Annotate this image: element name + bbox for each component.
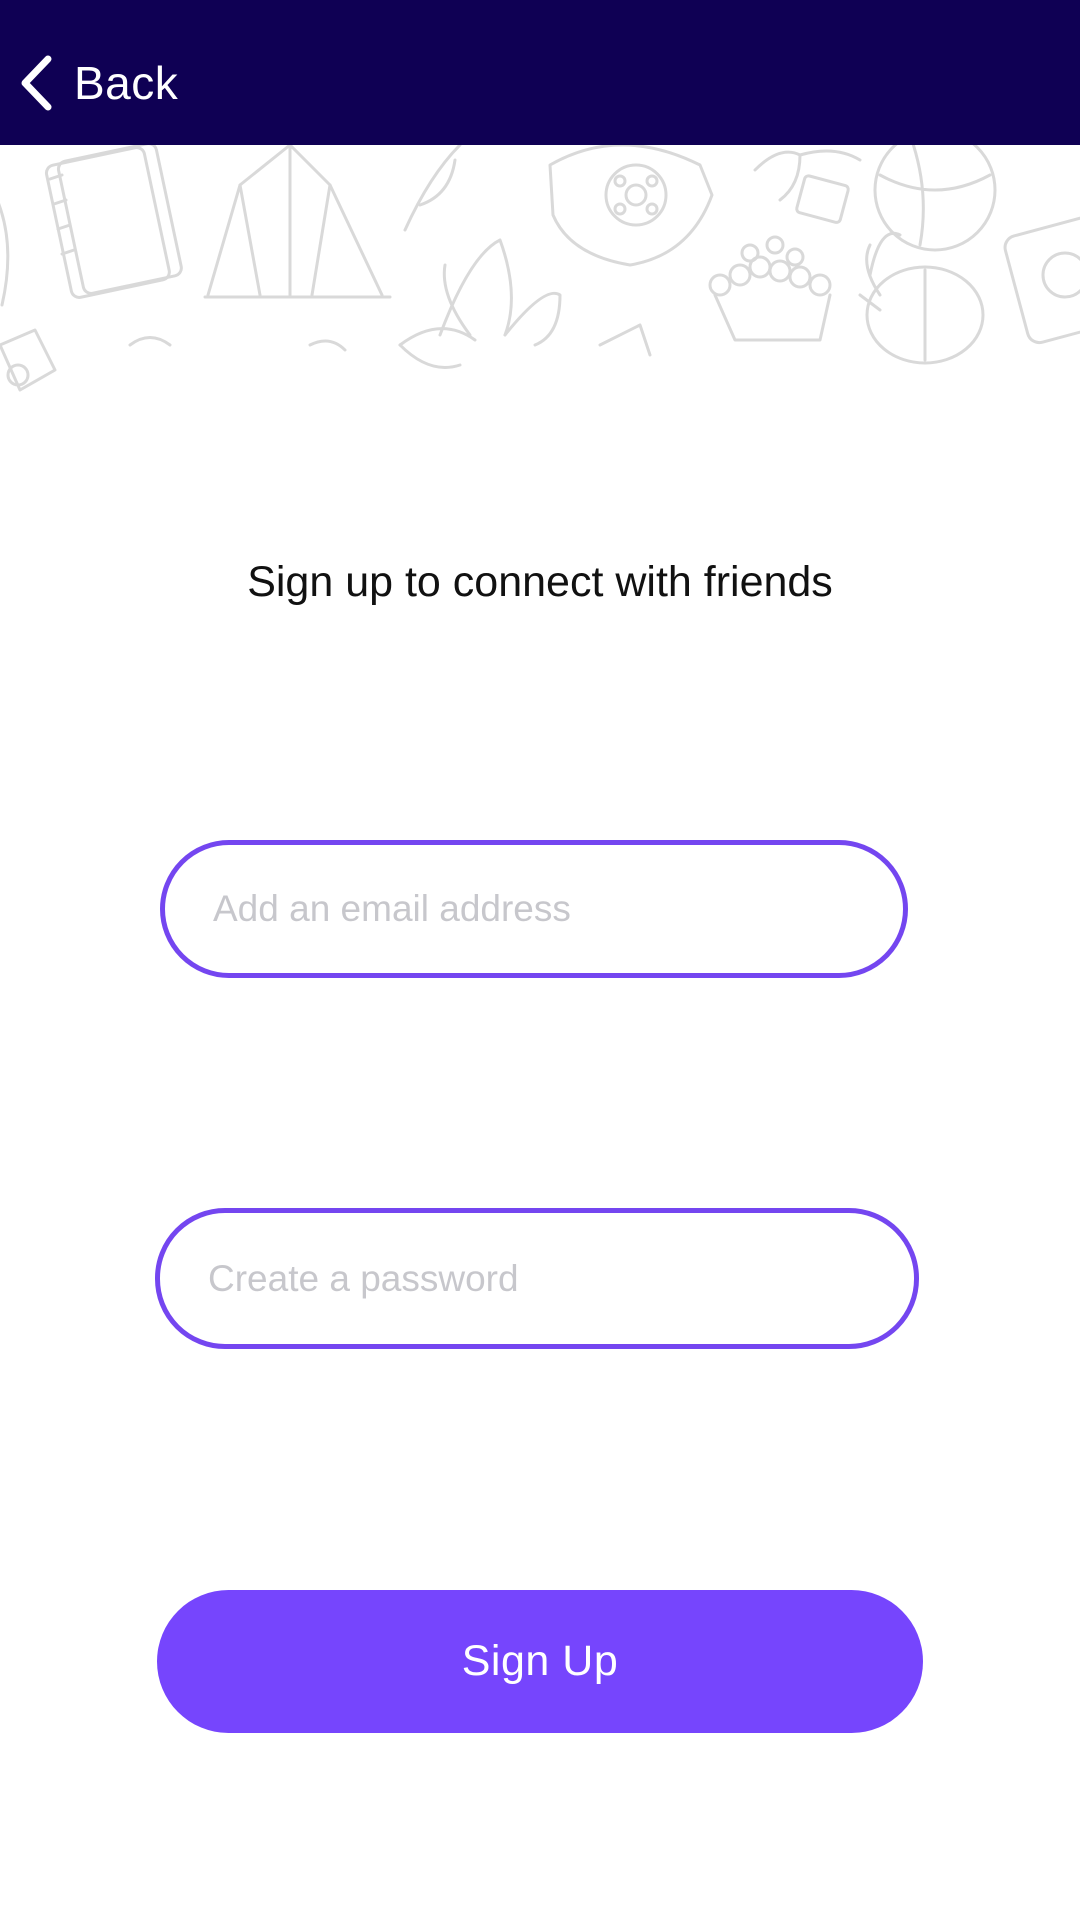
chevron-left-icon [18,54,54,112]
header-doodle-pattern [0,145,1080,425]
signup-button[interactable]: Sign Up [157,1590,923,1733]
camera-doodle [1003,215,1080,345]
signup-label: Sign Up [461,1637,619,1685]
password-input[interactable] [160,1213,914,1344]
building-doodle [203,145,392,299]
back-label: Back [74,57,179,109]
popcorn-doodle [708,235,832,342]
notebook-doodle [44,145,183,299]
telephone-doodle [548,145,714,267]
page-heading: Sign up to connect with friends [247,558,833,606]
flower-doodle [398,238,562,369]
nav-bar: Back [0,0,1080,145]
plant-doodle [753,149,862,224]
password-field[interactable] [155,1208,919,1349]
ladybug-doodle [858,232,985,365]
email-field[interactable] [160,840,908,978]
email-input[interactable] [165,845,903,973]
back-button[interactable]: Back [18,52,178,114]
